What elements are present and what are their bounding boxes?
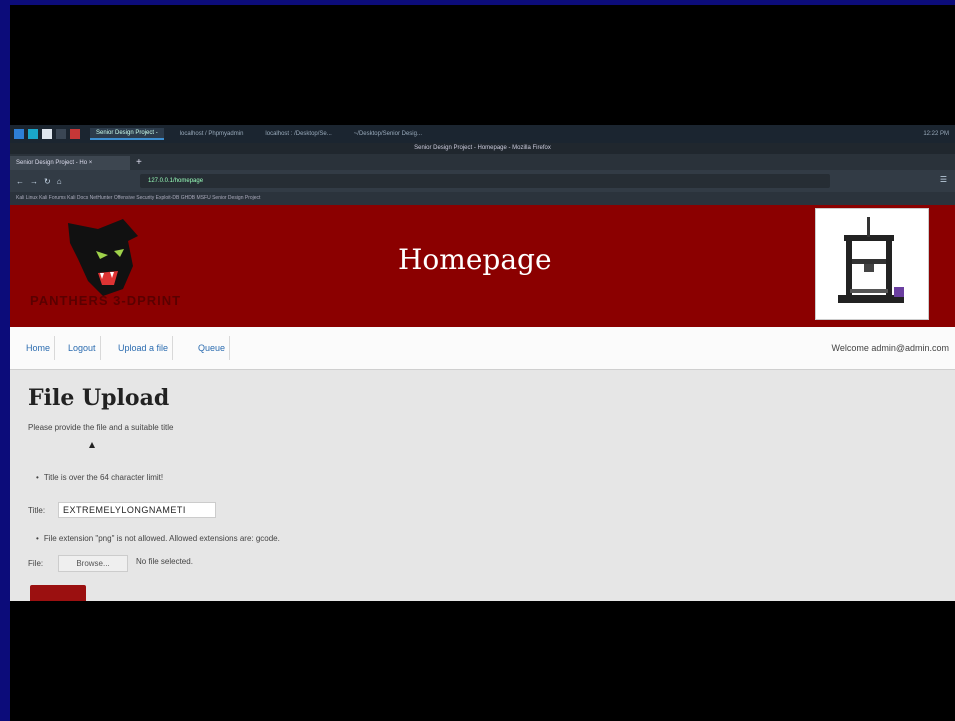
back-icon[interactable]: ← (16, 177, 24, 186)
3d-printer-image (815, 208, 929, 320)
submit-button[interactable] (30, 585, 86, 601)
desktop-screenshot: Senior Design Project - localhost / Phpm… (10, 125, 955, 601)
browser-tab[interactable]: Senior Design Project - Ho × (10, 156, 130, 170)
site-navigation: Home Logout Upload a file Queue Welcome … (10, 327, 955, 370)
forward-icon[interactable]: → (30, 177, 38, 186)
home-icon[interactable]: ⌂ (57, 177, 62, 186)
title-label: Title: (28, 506, 46, 515)
window-title: Senior Design Project - Homepage - Mozil… (10, 143, 955, 154)
logo-text: PANTHERS 3-DPRINT (30, 293, 182, 308)
no-file-status: No file selected. (136, 557, 193, 566)
terminal-icon[interactable] (28, 129, 38, 139)
form-subtitle: Please provide the file and a suitable t… (28, 423, 174, 432)
files-icon[interactable] (42, 129, 52, 139)
url-bar[interactable]: 127.0.0.1/homepage (140, 174, 830, 188)
os-taskbar: Senior Design Project - localhost / Phpm… (10, 125, 955, 143)
file-label: File: (28, 559, 44, 568)
bookmarks-bar[interactable]: Kali Linux Kali Forums Kali Docs NetHunt… (10, 192, 955, 205)
mouse-cursor-icon (89, 442, 95, 448)
page-title: Homepage (398, 243, 552, 276)
site-header: PANTHERS 3-DPRINT Homepage (10, 205, 955, 327)
web-page: PANTHERS 3-DPRINT Homepage Home Logout U… (10, 205, 955, 601)
welcome-message: Welcome admin@admin.com (831, 343, 949, 353)
browser-tab-strip: Senior Design Project - Ho × + (10, 154, 955, 170)
nav-link-logout[interactable]: Logout (64, 336, 101, 360)
reload-icon[interactable]: ↻ (44, 177, 51, 186)
system-clock: 12:22 PM (923, 131, 949, 137)
window-icon[interactable] (56, 129, 66, 139)
nav-link-home[interactable]: Home (22, 336, 56, 360)
app-menu-icon[interactable] (14, 129, 24, 139)
new-tab-icon[interactable]: + (136, 156, 142, 170)
form-heading: File Upload (28, 385, 170, 411)
browser-toolbar: ← → ↻ ⌂ 127.0.0.1/homepage ☰ (10, 170, 955, 192)
video-frame: Senior Design Project - localhost / Phpm… (10, 5, 955, 721)
taskbar-task-1[interactable]: Senior Design Project - (90, 128, 164, 140)
browser-icon[interactable] (70, 129, 80, 139)
file-error: File extension "png" is not allowed. All… (36, 534, 280, 543)
taskbar-task-2[interactable]: localhost / Phpmyadmin (174, 129, 250, 139)
taskbar-task-4[interactable]: ~/Desktop/Senior Desig... (348, 129, 428, 139)
title-input[interactable] (58, 502, 216, 518)
nav-link-queue[interactable]: Queue (194, 336, 231, 360)
menu-icon[interactable]: ☰ (940, 175, 947, 184)
browse-button[interactable]: Browse... (58, 555, 128, 572)
nav-link-upload[interactable]: Upload a file (114, 336, 174, 360)
title-error: Title is over the 64 character limit! (36, 473, 163, 482)
taskbar-task-3[interactable]: localhost : /Desktop/Se... (259, 129, 337, 139)
